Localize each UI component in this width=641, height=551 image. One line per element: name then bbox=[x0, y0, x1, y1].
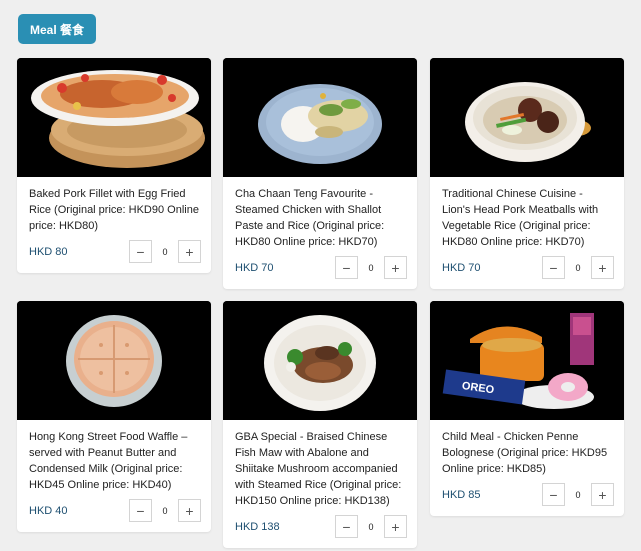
decrease-button[interactable]: − bbox=[335, 256, 358, 279]
meal-card-child-meal[interactable]: OREO Child Meal - Chicken Penne Bolognes… bbox=[430, 301, 624, 516]
quantity-stepper: − 0 + bbox=[129, 499, 201, 522]
item-title: GBA Special - Braised Chinese Fish Maw w… bbox=[235, 431, 402, 507]
food-image bbox=[223, 301, 417, 420]
meal-card-lions-head[interactable]: Traditional Chinese Cuisine - Lion's Hea… bbox=[430, 58, 624, 289]
increase-button[interactable]: + bbox=[384, 515, 407, 538]
increase-button[interactable]: + bbox=[384, 256, 407, 279]
quantity-value[interactable]: 0 bbox=[358, 516, 384, 537]
item-price: HKD 85 bbox=[442, 488, 481, 501]
quantity-stepper: − 0 + bbox=[335, 256, 407, 279]
quantity-value[interactable]: 0 bbox=[565, 484, 591, 505]
item-price: HKD 70 bbox=[442, 261, 481, 274]
decrease-button[interactable]: − bbox=[129, 240, 152, 263]
item-title: Traditional Chinese Cuisine - Lion's Hea… bbox=[442, 188, 599, 248]
meal-tab[interactable]: Meal 餐食 bbox=[18, 14, 97, 44]
decrease-button[interactable]: − bbox=[542, 256, 565, 279]
item-price: HKD 80 bbox=[29, 245, 68, 258]
decrease-button[interactable]: − bbox=[335, 515, 358, 538]
increase-button[interactable]: + bbox=[178, 499, 201, 522]
meal-card-baked-pork[interactable]: Baked Pork Fillet with Egg Fried Rice (O… bbox=[17, 58, 211, 273]
item-title: Child Meal - Chicken Penne Bolognese (Or… bbox=[442, 431, 608, 475]
food-image bbox=[430, 58, 624, 177]
quantity-value[interactable]: 0 bbox=[565, 257, 591, 278]
item-price: HKD 70 bbox=[235, 261, 274, 274]
quantity-stepper: − 0 + bbox=[542, 483, 614, 506]
quantity-value[interactable]: 0 bbox=[152, 500, 178, 521]
decrease-button[interactable]: − bbox=[542, 483, 565, 506]
food-image: OREO bbox=[430, 301, 624, 420]
meal-card-waffle[interactable]: Hong Kong Street Food Waffle – served wi… bbox=[17, 301, 211, 532]
food-image bbox=[223, 58, 417, 177]
increase-button[interactable]: + bbox=[591, 256, 614, 279]
food-image bbox=[17, 58, 211, 177]
item-title: Hong Kong Street Food Waffle – served wi… bbox=[29, 431, 188, 491]
quantity-stepper: − 0 + bbox=[542, 256, 614, 279]
quantity-value[interactable]: 0 bbox=[358, 257, 384, 278]
quantity-value[interactable]: 0 bbox=[152, 241, 178, 262]
quantity-stepper: − 0 + bbox=[335, 515, 407, 538]
increase-button[interactable]: + bbox=[591, 483, 614, 506]
food-image bbox=[17, 301, 211, 420]
quantity-stepper: − 0 + bbox=[129, 240, 201, 263]
item-price: HKD 40 bbox=[29, 504, 68, 517]
item-title: Cha Chaan Teng Favourite - Steamed Chick… bbox=[235, 188, 385, 248]
meal-card-steamed-chicken[interactable]: Cha Chaan Teng Favourite - Steamed Chick… bbox=[223, 58, 417, 289]
item-title: Baked Pork Fillet with Egg Fried Rice (O… bbox=[29, 188, 199, 232]
decrease-button[interactable]: − bbox=[129, 499, 152, 522]
increase-button[interactable]: + bbox=[178, 240, 201, 263]
meal-card-fish-maw[interactable]: GBA Special - Braised Chinese Fish Maw w… bbox=[223, 301, 417, 548]
item-price: HKD 138 bbox=[235, 520, 280, 533]
